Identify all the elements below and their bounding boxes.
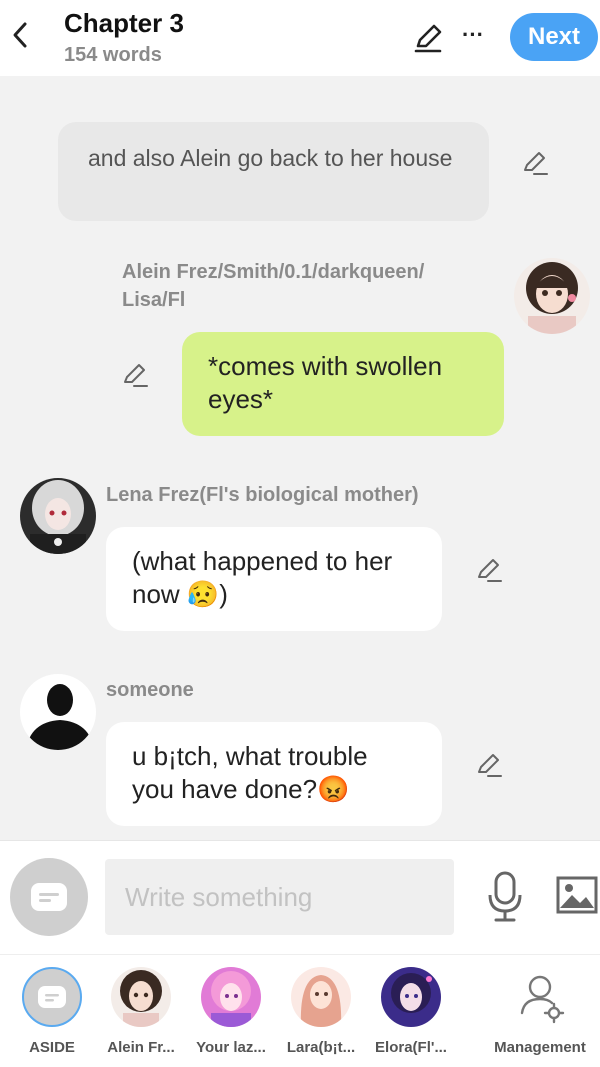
character-message-bubble[interactable]: u b¡tch, what trouble you have done?😡 <box>106 722 442 826</box>
aside-message-bubble[interactable]: and also Alein go back to her house <box>58 122 489 221</box>
avatar <box>381 967 441 1027</box>
edit-message-pen-icon[interactable] <box>474 750 504 780</box>
character-selector: ASIDE Alein Fr... Your laz... Lara(b¡t..… <box>0 954 600 1067</box>
avatar <box>111 967 171 1027</box>
avatar[interactable] <box>20 478 96 554</box>
character-tab-aside[interactable]: ASIDE <box>7 967 97 1056</box>
word-count: 154 words <box>64 44 162 66</box>
person-settings-icon <box>510 967 570 1027</box>
composer-bar <box>0 840 600 954</box>
speaker-name: someone <box>106 679 194 701</box>
aside-chat-icon <box>31 883 67 911</box>
character-tab-alein[interactable]: Alein Fr... <box>96 967 186 1056</box>
speaker-name: Lena Frez(Fl's biological mother) <box>106 484 419 506</box>
character-message-bubble[interactable]: *comes with swollen eyes* <box>182 332 504 436</box>
character-tab-your-laz[interactable]: Your laz... <box>186 967 276 1056</box>
character-tab-label: Your laz... <box>196 1039 266 1056</box>
character-tab-label: Elora(Fl'... <box>375 1039 447 1056</box>
character-tab-label: Management <box>494 1039 586 1056</box>
character-tab-label: ASIDE <box>29 1039 75 1056</box>
character-tab-elora[interactable]: Elora(Fl'... <box>366 967 456 1056</box>
edit-title-pen-icon[interactable] <box>412 22 444 54</box>
speaker-name: Alein Frez/Smith/0.1/darkqueen/ Lisa/Fl <box>122 261 425 311</box>
avatar <box>201 967 261 1027</box>
avatar[interactable] <box>514 258 590 334</box>
character-tab-label: Alein Fr... <box>107 1039 175 1056</box>
aside-chat-icon <box>22 967 82 1027</box>
edit-message-pen-icon[interactable] <box>474 555 504 585</box>
avatar <box>291 967 351 1027</box>
chapter-title: Chapter 3 <box>64 8 184 38</box>
management-tab[interactable]: Management <box>487 967 593 1056</box>
message-input[interactable] <box>105 859 454 935</box>
character-tab-lara[interactable]: Lara(b¡t... <box>276 967 366 1056</box>
more-options-icon[interactable]: ··· <box>462 22 488 52</box>
next-button[interactable]: Next <box>510 13 598 61</box>
edit-message-pen-icon[interactable] <box>120 360 150 390</box>
aside-toggle-button[interactable] <box>10 858 88 936</box>
character-tab-label: Lara(b¡t... <box>286 1039 356 1056</box>
character-message-bubble[interactable]: (what happened to her now 😥) <box>106 527 442 631</box>
back-chevron-icon[interactable] <box>8 18 32 52</box>
edit-message-pen-icon[interactable] <box>520 148 550 178</box>
top-bar: Chapter 3 154 words ··· Next <box>0 0 600 76</box>
avatar[interactable] <box>20 674 96 750</box>
microphone-icon[interactable] <box>486 871 524 923</box>
image-icon[interactable] <box>556 875 598 917</box>
